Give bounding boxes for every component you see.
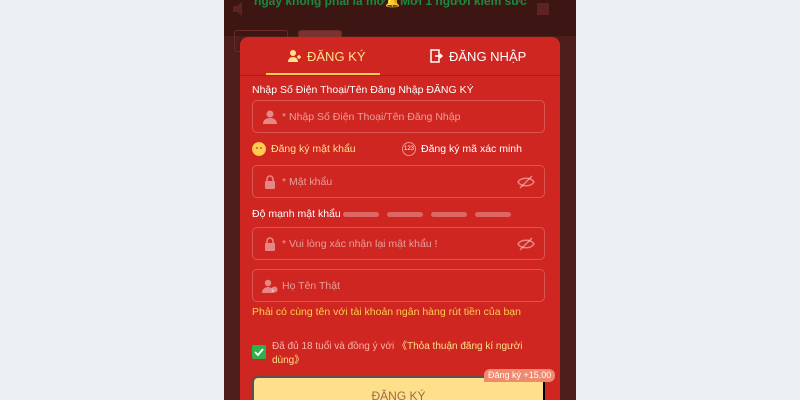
realname-input[interactable]: Họ Tên Thật [252, 269, 545, 302]
eye-hidden-icon[interactable] [517, 237, 535, 251]
mode-code-label: Đăng ký mã xác minh [421, 143, 522, 155]
tab-login-label: ĐĂNG NHẬP [449, 48, 527, 64]
mode-password-label: Đăng ký mật khẩu [271, 143, 356, 155]
tab-register-label: ĐĂNG KÝ [307, 48, 366, 64]
password-placeholder: * Mật khẩu [282, 176, 333, 188]
strength-segment [387, 212, 423, 217]
account-input[interactable]: * Nhập Số Điện Thoại/Tên Đăng Nhập [252, 100, 545, 133]
tab-divider [240, 75, 560, 76]
strength-segment [431, 212, 467, 217]
login-door-icon [430, 49, 443, 63]
strength-segment [343, 212, 379, 217]
auth-tabs: ĐĂNG KÝ ĐĂNG NHẬP [240, 37, 560, 76]
tab-login[interactable]: ĐĂNG NHẬP [430, 45, 526, 67]
eye-hidden-icon[interactable] [517, 175, 535, 189]
mode-code-option[interactable]: 123 Đăng ký mã xác minh [402, 142, 522, 156]
realname-placeholder: Họ Tên Thật [282, 280, 340, 292]
strength-meter [343, 212, 511, 217]
user-add-icon [288, 50, 301, 62]
password-input[interactable]: * Mật khẩu [252, 165, 545, 198]
smiley-icon [252, 142, 266, 156]
account-label: Nhập Số Điện Thoại/Tên Đăng Nhập ĐĂNG KÝ [252, 84, 474, 96]
account-placeholder: * Nhập Số Điện Thoại/Tên Đăng Nhập [282, 111, 461, 123]
agree-checkbox[interactable] [252, 345, 266, 359]
strength-segment [475, 212, 511, 217]
lock-icon [265, 237, 275, 251]
tab-register[interactable]: ĐĂNG KÝ [287, 45, 366, 67]
code-badge-icon: 123 [402, 142, 416, 156]
confirm-placeholder: * Vui lòng xác nhận lại mật khẩu ! [282, 238, 438, 250]
strength-label: Độ mạnh mật khẩu [252, 208, 341, 220]
menu-icon [537, 3, 549, 15]
user-icon [263, 110, 277, 124]
lock-icon [265, 175, 275, 189]
confirm-password-input[interactable]: * Vui lòng xác nhận lại mật khẩu ! [252, 227, 545, 260]
register-bonus-badge: Đăng ký +15.00 [484, 369, 556, 382]
agree-text: Đã đủ 18 tuổi và đồng ý với [272, 341, 395, 352]
speaker-icon [233, 2, 242, 16]
register-modal: ĐĂNG KÝ ĐĂNG NHẬP Nhập Số Điện Thoại/Tên… [240, 37, 560, 400]
agree-text-block: Đã đủ 18 tuổi và đồng ý với 《Thỏa thuận … [272, 340, 542, 368]
realname-hint: Phải có cùng tên với tài khoản ngân hàng… [252, 306, 521, 318]
mode-password-option[interactable]: Đăng ký mật khẩu [252, 142, 356, 156]
user-check-icon [262, 279, 278, 293]
marquee-text: ngày không phải là mơ🔔Mời 1 người kiếm s… [254, 0, 527, 8]
